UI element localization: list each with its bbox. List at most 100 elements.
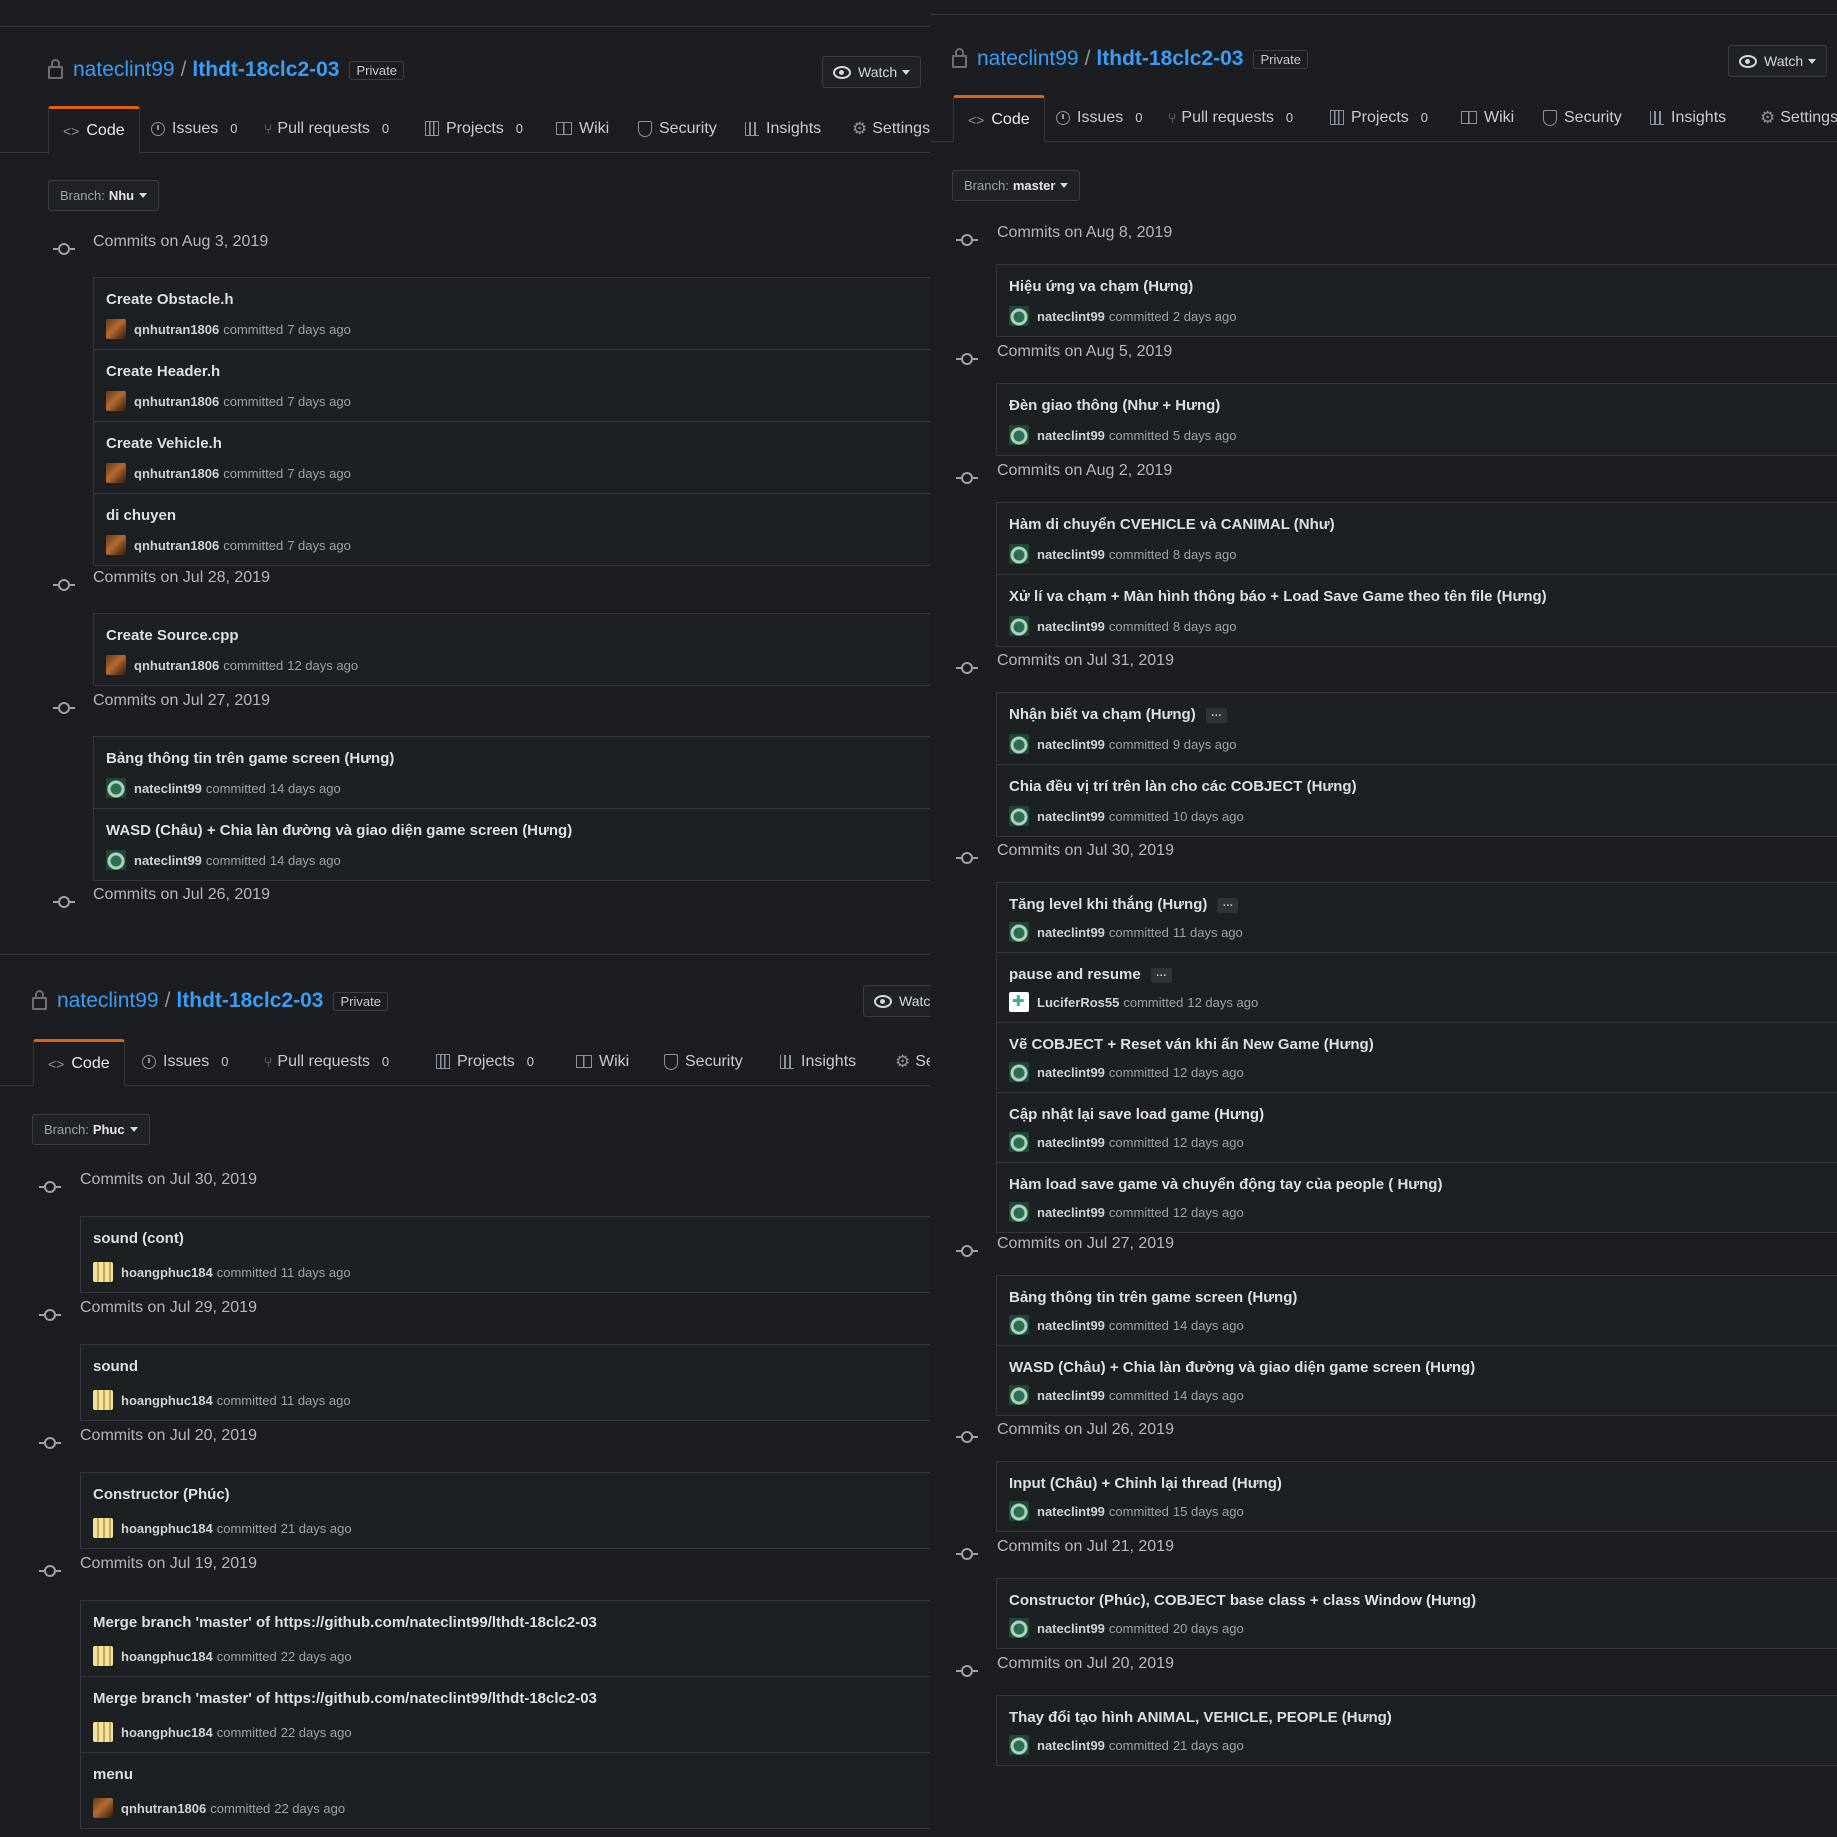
tab-issues[interactable]: Issues 0 bbox=[151, 106, 237, 151]
avatar[interactable] bbox=[1009, 1315, 1029, 1335]
avatar[interactable] bbox=[106, 850, 126, 870]
commit-author-link[interactable]: nateclint99 bbox=[1037, 737, 1105, 752]
avatar[interactable] bbox=[106, 391, 126, 411]
commit-message-link[interactable]: Create Source.cpp bbox=[106, 627, 239, 644]
avatar[interactable] bbox=[1009, 544, 1029, 564]
avatar[interactable] bbox=[1009, 1132, 1029, 1152]
commit-author-link[interactable]: qnhutran1806 bbox=[134, 394, 219, 409]
repo-name-link[interactable]: lthdt-18clc2-03 bbox=[1096, 47, 1243, 71]
commit-message-link[interactable]: Xử lí va chạm + Màn hình thông báo + Loa… bbox=[1009, 588, 1547, 605]
commit-message-link[interactable]: Đèn giao thông (Như + Hưng) bbox=[1009, 397, 1220, 414]
avatar[interactable] bbox=[93, 1262, 113, 1282]
commit-message-link[interactable]: Thay đổi tạo hình ANIMAL, VEHICLE, PEOPL… bbox=[1009, 1709, 1392, 1726]
commit-author-link[interactable]: hoangphuc184 bbox=[121, 1521, 213, 1536]
commit-message-link[interactable]: di chuyen bbox=[106, 507, 176, 524]
commit-author-link[interactable]: hoangphuc184 bbox=[121, 1393, 213, 1408]
tab-pull-requests[interactable]: ⑂ Pull requests 0 bbox=[264, 1039, 389, 1084]
avatar[interactable] bbox=[1009, 425, 1029, 445]
branch-selector[interactable]: Branch: Phuc bbox=[32, 1114, 150, 1145]
tab-security[interactable]: Security bbox=[1543, 95, 1622, 140]
tab-code[interactable]: <> Code bbox=[33, 1039, 125, 1087]
watch-button[interactable]: Watc bbox=[863, 985, 930, 1017]
tab-pull-requests[interactable]: ⑂ Pull requests 0 bbox=[1168, 95, 1293, 140]
commit-message-link[interactable]: Merge branch 'master' of https://github.… bbox=[93, 1690, 597, 1707]
avatar[interactable] bbox=[1009, 1735, 1029, 1755]
commit-author-link[interactable]: nateclint99 bbox=[1037, 1065, 1105, 1080]
tab-insights[interactable]: Insights bbox=[780, 1039, 856, 1084]
repo-owner-link[interactable]: nateclint99 bbox=[57, 989, 159, 1013]
avatar[interactable] bbox=[106, 463, 126, 483]
branch-selector[interactable]: Branch: Nhu bbox=[48, 180, 160, 211]
avatar[interactable] bbox=[1009, 1062, 1029, 1082]
tab-issues[interactable]: Issues 0 bbox=[142, 1039, 228, 1084]
branch-selector[interactable]: Branch: master bbox=[952, 170, 1081, 201]
commit-message-link[interactable]: Hiệu ứng va chạm (Hưng) bbox=[1009, 278, 1193, 295]
commit-message-link[interactable]: Input (Châu) + Chỉnh lại thread (Hưng) bbox=[1009, 1475, 1282, 1492]
commit-author-link[interactable]: nateclint99 bbox=[1037, 1135, 1105, 1150]
repo-name-link[interactable]: lthdt-18clc2-03 bbox=[176, 989, 323, 1013]
commit-author-link[interactable]: nateclint99 bbox=[1037, 547, 1105, 562]
commit-author-link[interactable]: qnhutran1806 bbox=[134, 466, 219, 481]
tab-wiki[interactable]: Wiki bbox=[556, 106, 609, 151]
tab-pull-requests[interactable]: ⑂ Pull requests 0 bbox=[264, 106, 389, 151]
commit-message-link[interactable]: sound (cont) bbox=[93, 1230, 184, 1247]
tab-projects[interactable]: Projects 0 bbox=[425, 106, 523, 151]
commit-author-link[interactable]: nateclint99 bbox=[1037, 428, 1105, 443]
commit-author-link[interactable]: nateclint99 bbox=[1037, 1205, 1105, 1220]
commit-author-link[interactable]: qnhutran1806 bbox=[134, 538, 219, 553]
commit-message-link[interactable]: Tăng level khi thắng (Hưng)… bbox=[1009, 896, 1239, 913]
commit-message-link[interactable]: Vẽ COBJECT + Reset ván khi ấn New Game (… bbox=[1009, 1036, 1374, 1053]
avatar[interactable] bbox=[93, 1722, 113, 1742]
commit-author-link[interactable]: hoangphuc184 bbox=[121, 1265, 213, 1280]
commit-author-link[interactable]: qnhutran1806 bbox=[121, 1801, 206, 1816]
avatar[interactable] bbox=[1009, 306, 1029, 326]
commit-message-link[interactable]: Constructor (Phúc), COBJECT base class +… bbox=[1009, 1592, 1476, 1609]
commit-message-link[interactable]: pause and resume… bbox=[1009, 966, 1172, 983]
commit-message-link[interactable]: Constructor (Phúc) bbox=[93, 1486, 230, 1503]
commit-author-link[interactable]: nateclint99 bbox=[1037, 619, 1105, 634]
commit-message-link[interactable]: Nhận biết va chạm (Hưng)… bbox=[1009, 706, 1227, 723]
commit-author-link[interactable]: nateclint99 bbox=[1037, 1388, 1105, 1403]
tab-security[interactable]: Security bbox=[638, 106, 717, 151]
commit-author-link[interactable]: nateclint99 bbox=[1037, 925, 1105, 940]
avatar[interactable] bbox=[1009, 922, 1029, 942]
repo-owner-link[interactable]: nateclint99 bbox=[977, 47, 1079, 71]
watch-button[interactable]: Watch bbox=[1728, 45, 1828, 77]
avatar[interactable] bbox=[1009, 1618, 1029, 1638]
avatar[interactable] bbox=[93, 1646, 113, 1666]
commit-author-link[interactable]: nateclint99 bbox=[1037, 309, 1105, 324]
commit-author-link[interactable]: nateclint99 bbox=[134, 781, 202, 796]
commit-author-link[interactable]: nateclint99 bbox=[1037, 809, 1105, 824]
expand-message-button[interactable]: … bbox=[1150, 967, 1172, 983]
avatar[interactable] bbox=[1009, 734, 1029, 754]
watch-button[interactable]: Watch bbox=[822, 56, 922, 88]
commit-author-link[interactable]: LuciferRos55 bbox=[1037, 995, 1119, 1010]
avatar[interactable] bbox=[93, 1518, 113, 1538]
commit-message-link[interactable]: WASD (Châu) + Chia làn đường và giao diệ… bbox=[1009, 1359, 1475, 1376]
commit-author-link[interactable]: qnhutran1806 bbox=[134, 322, 219, 337]
tab-code[interactable]: <> Code bbox=[953, 95, 1045, 143]
commit-message-link[interactable]: WASD (Châu) + Chia làn đường và giao diệ… bbox=[106, 822, 572, 839]
commit-author-link[interactable]: nateclint99 bbox=[1037, 1738, 1105, 1753]
tab-projects[interactable]: Projects 0 bbox=[1330, 95, 1428, 140]
commit-message-link[interactable]: Bảng thông tin trên game screen (Hưng) bbox=[106, 750, 394, 767]
commit-author-link[interactable]: nateclint99 bbox=[134, 853, 202, 868]
expand-message-button[interactable]: … bbox=[1205, 707, 1227, 723]
commit-author-link[interactable]: qnhutran1806 bbox=[134, 658, 219, 673]
commit-message-link[interactable]: Bảng thông tin trên game screen (Hưng) bbox=[1009, 1289, 1297, 1306]
tab-wiki[interactable]: Wiki bbox=[1461, 95, 1514, 140]
avatar[interactable] bbox=[93, 1390, 113, 1410]
commit-author-link[interactable]: nateclint99 bbox=[1037, 1318, 1105, 1333]
commit-message-link[interactable]: Chia đều vị trí trên làn cho các COBJECT… bbox=[1009, 778, 1357, 795]
avatar[interactable] bbox=[1009, 1501, 1029, 1521]
tab-settings[interactable]: ⚙ Settings bbox=[852, 106, 930, 151]
avatar[interactable] bbox=[1009, 806, 1029, 826]
commit-message-link[interactable]: menu bbox=[93, 1766, 133, 1783]
tab-settings[interactable]: ⚙Se bbox=[895, 1039, 930, 1084]
avatar[interactable] bbox=[1009, 1202, 1029, 1222]
commit-message-link[interactable]: Merge branch 'master' of https://github.… bbox=[93, 1614, 597, 1631]
avatar[interactable] bbox=[106, 319, 126, 339]
avatar[interactable] bbox=[1009, 616, 1029, 636]
expand-message-button[interactable]: … bbox=[1217, 897, 1239, 913]
commit-message-link[interactable]: Hàm di chuyển CVEHICLE và CANIMAL (Như) bbox=[1009, 516, 1335, 533]
